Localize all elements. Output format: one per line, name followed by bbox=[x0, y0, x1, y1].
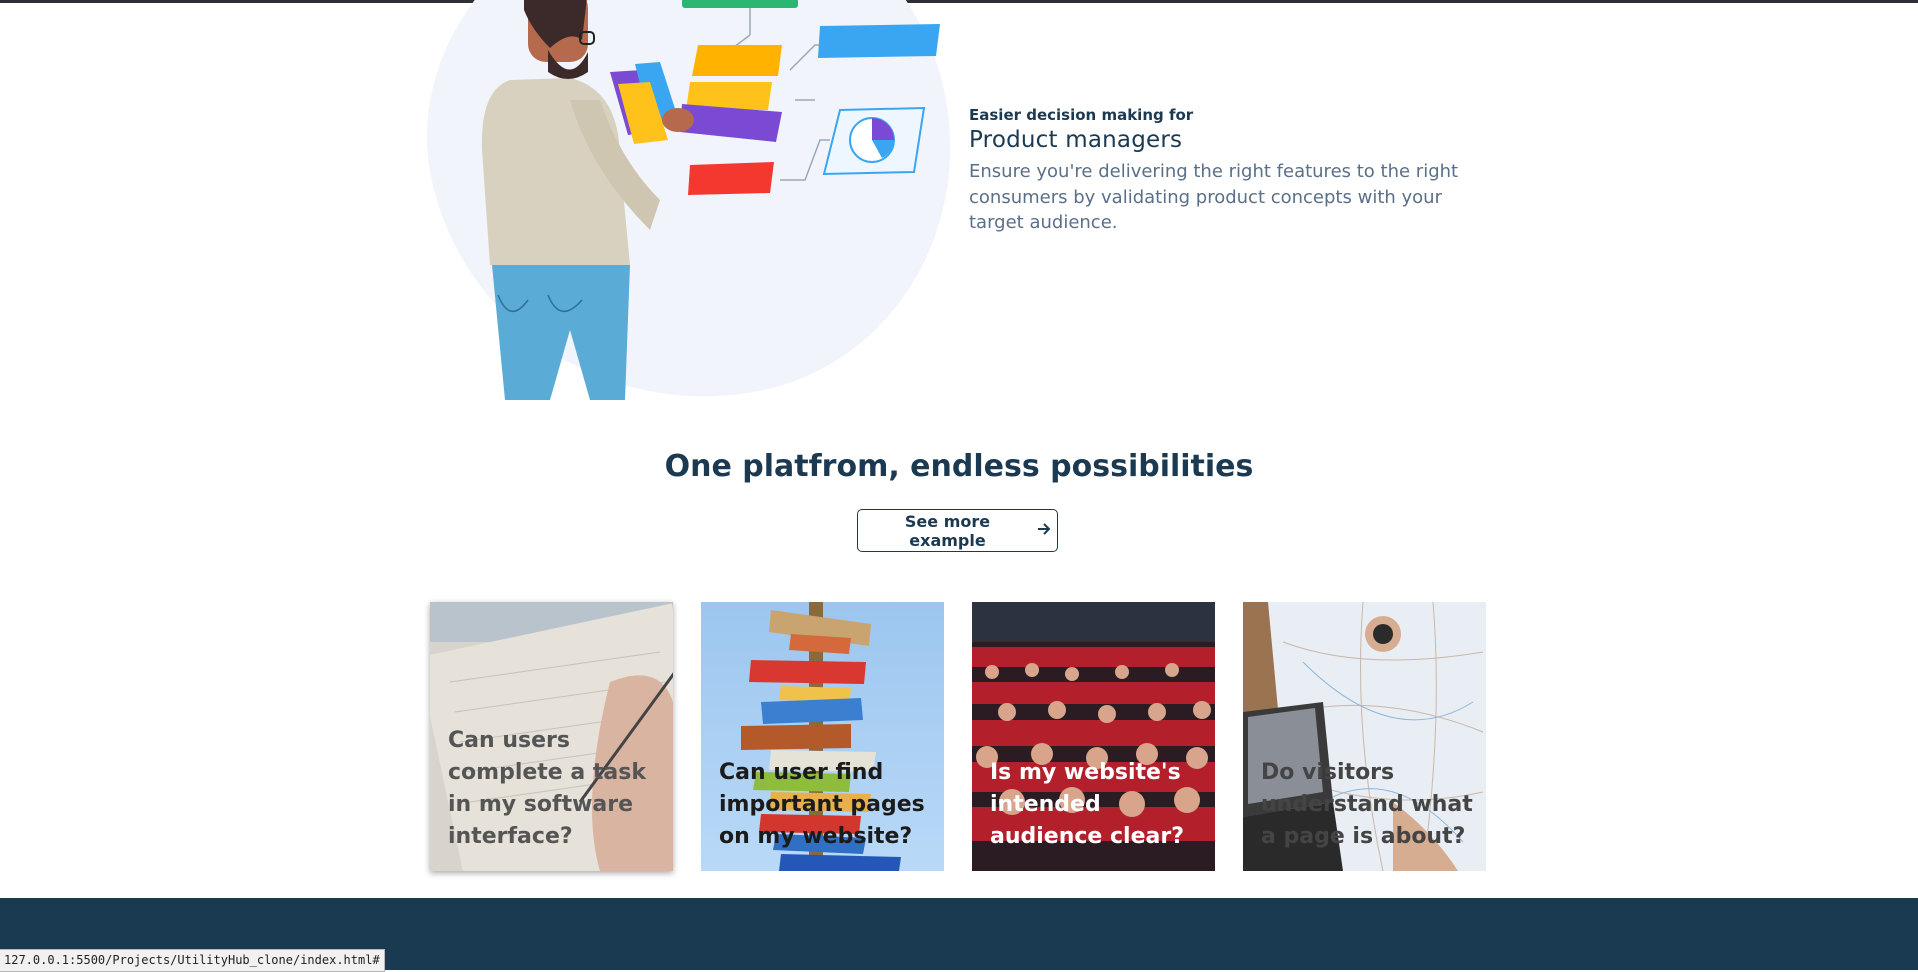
status-bar-url: 127.0.0.1:5500/Projects/UtilityHub_clone… bbox=[0, 949, 385, 972]
see-more-example-button[interactable]: See more example bbox=[857, 509, 1058, 552]
product-manager-illustration bbox=[382, 0, 998, 449]
see-more-label: See more example bbox=[904, 511, 991, 550]
card-caption: Can user find important pages on my webs… bbox=[719, 760, 925, 849]
section-title: One platfrom, endless possibilities bbox=[664, 449, 1254, 484]
feature-description: Ensure you're delivering the right featu… bbox=[969, 161, 1459, 233]
feature-kicker: Easier decision making for bbox=[969, 106, 1194, 124]
person-illustration bbox=[481, 0, 940, 400]
card-caption: Do visitors understand what a page is ab… bbox=[1261, 760, 1473, 849]
feature-text-block: Easier decision making for Product manag… bbox=[969, 106, 1489, 236]
feature-title: Product managers bbox=[969, 127, 1183, 153]
example-card-audience[interactable]: Is my website's intended audience clear? bbox=[972, 602, 1215, 871]
example-card-understand[interactable]: Do visitors understand what a page is ab… bbox=[1243, 602, 1486, 871]
arrow-right-icon bbox=[1037, 521, 1051, 540]
card-caption: Can users complete a task in my software… bbox=[448, 728, 646, 849]
example-card-task[interactable]: Can users complete a task in my software… bbox=[430, 602, 673, 871]
example-card-pages[interactable]: Can user find important pages on my webs… bbox=[701, 602, 944, 871]
card-caption: Is my website's intended audience clear? bbox=[990, 760, 1184, 849]
